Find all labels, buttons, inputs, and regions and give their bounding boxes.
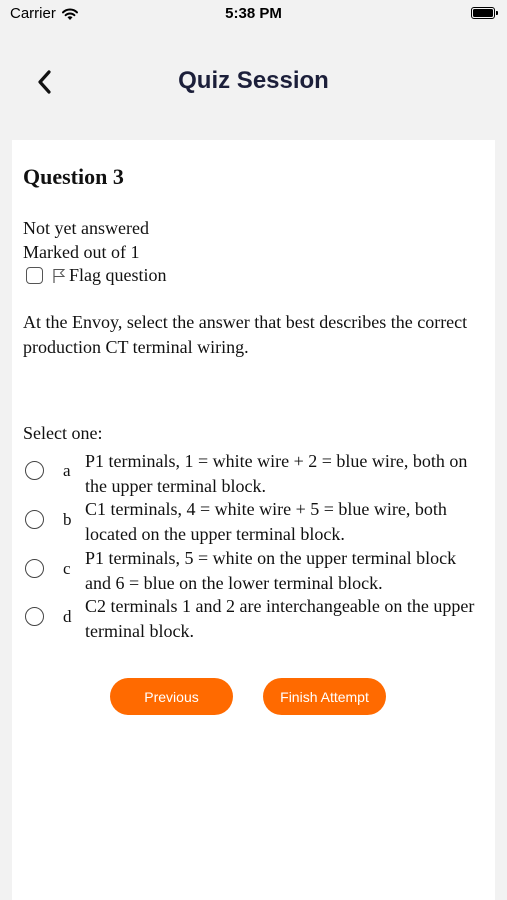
page-title: Quiz Session bbox=[178, 67, 329, 94]
radio-button[interactable] bbox=[25, 607, 44, 626]
question-status: Not yet answered Marked out of 1 bbox=[23, 216, 149, 264]
answer-state: Not yet answered bbox=[23, 218, 149, 238]
option-text: C2 terminals 1 and 2 are interchangeable… bbox=[85, 596, 475, 641]
select-one-prompt: Select one: bbox=[23, 423, 103, 443]
navigation-bar: Quiz Session bbox=[0, 52, 507, 112]
flag-checkbox[interactable] bbox=[26, 267, 43, 284]
option-letter: b bbox=[63, 510, 72, 529]
option-text: C1 terminals, 4 = white wire + 5 = blue … bbox=[85, 499, 447, 544]
option-letter: a bbox=[63, 461, 71, 480]
previous-button[interactable]: Previous bbox=[110, 678, 233, 715]
radio-button[interactable] bbox=[25, 461, 44, 480]
option-text: P1 terminals, 1 = white wire + 2 = blue … bbox=[85, 451, 468, 496]
flag-icon bbox=[53, 268, 66, 283]
radio-button[interactable] bbox=[25, 559, 44, 578]
question-text: At the Envoy, select the answer that bes… bbox=[23, 312, 468, 357]
status-bar: Carrier 5:38 PM bbox=[0, 0, 507, 28]
question-title: Question 3 bbox=[23, 164, 124, 189]
finish-attempt-button[interactable]: Finish Attempt bbox=[263, 678, 386, 715]
battery-icon bbox=[471, 7, 498, 19]
question-card: Question 3 Not yet answered Marked out o… bbox=[12, 140, 495, 900]
option-letter: c bbox=[63, 559, 71, 578]
option-letter: d bbox=[63, 607, 72, 626]
radio-button[interactable] bbox=[25, 510, 44, 529]
flag-question-toggle[interactable]: Flag question bbox=[26, 265, 167, 286]
clock-time: 5:38 PM bbox=[225, 5, 282, 22]
flag-label: Flag question bbox=[69, 265, 167, 285]
option-text: P1 terminals, 5 = white on the upper ter… bbox=[85, 548, 457, 593]
marks-info: Marked out of 1 bbox=[23, 242, 140, 262]
